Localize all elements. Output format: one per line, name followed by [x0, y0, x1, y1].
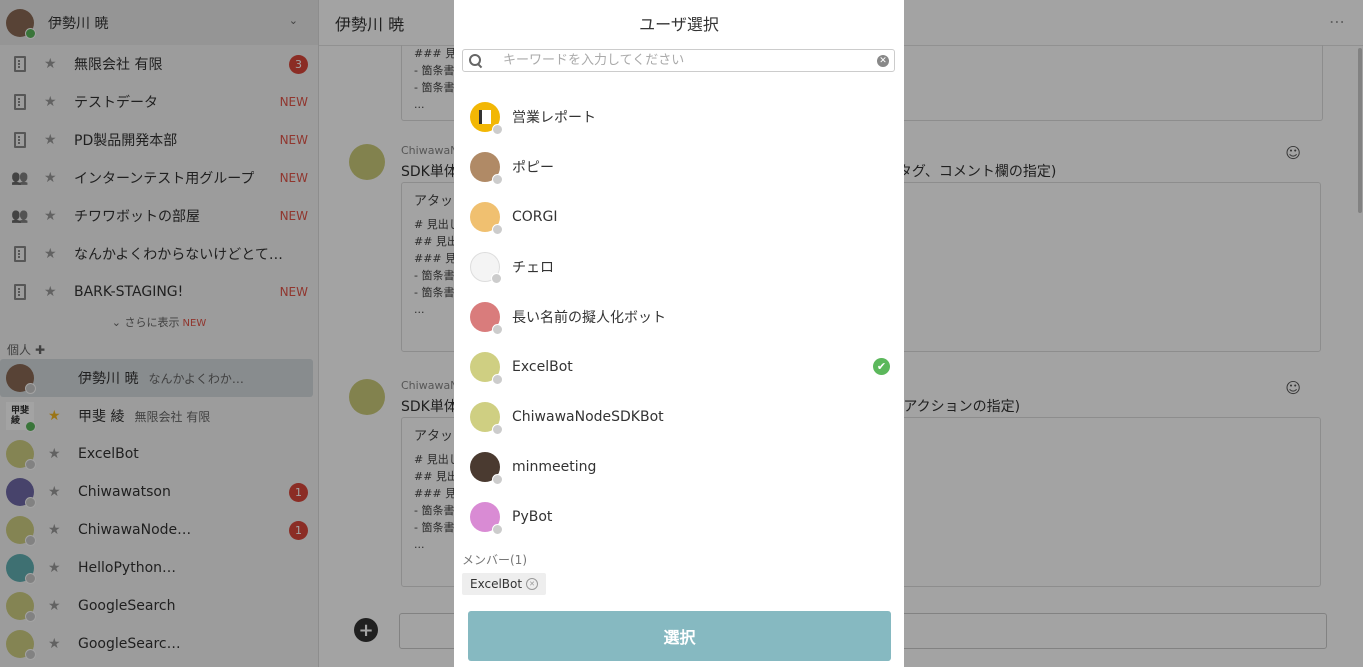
user-option[interactable]: 長い名前の擬人化ボット — [454, 292, 904, 342]
user-name: CORGI — [512, 209, 558, 225]
user-avatar — [470, 152, 503, 185]
user-avatar — [470, 302, 503, 335]
user-avatar — [470, 252, 502, 284]
user-avatar — [470, 452, 503, 485]
status-dot — [492, 424, 503, 435]
status-dot — [492, 124, 503, 135]
status-dot — [492, 524, 503, 535]
status-dot — [491, 273, 502, 284]
user-name: ChiwawaNodeSDKBot — [512, 409, 664, 425]
user-name: ExcelBot — [512, 359, 573, 375]
search-icon — [469, 53, 483, 68]
user-option[interactable]: 営業レポート — [454, 92, 904, 142]
user-avatar — [470, 352, 503, 385]
search-input[interactable] — [501, 52, 877, 69]
selected-check-icon: ✔ — [873, 358, 890, 375]
status-dot — [492, 474, 503, 485]
report-icon — [479, 110, 491, 124]
members-label: メンバー(1) — [462, 553, 527, 567]
search-box: ✕ — [462, 49, 895, 72]
user-name: PyBot — [512, 509, 553, 525]
member-chip: ExcelBot ✕ — [462, 573, 547, 595]
member-chip-label: ExcelBot — [470, 577, 523, 591]
remove-member-icon[interactable]: ✕ — [526, 578, 539, 590]
user-option[interactable]: ChiwawaNodeSDKBot — [454, 392, 904, 442]
user-name: minmeeting — [512, 459, 597, 475]
user-list: 営業レポート ポピー CORGI チェロ長い名前の擬人化ボット ExcelBot ✔ Chi… — [454, 92, 904, 542]
user-avatar — [470, 202, 503, 235]
user-option[interactable]: チェロ — [454, 242, 904, 292]
user-option[interactable]: minmeeting — [454, 442, 904, 492]
user-option[interactable]: ポピー — [454, 142, 904, 192]
user-avatar — [470, 502, 503, 535]
status-dot — [492, 224, 503, 235]
clear-search-icon[interactable]: ✕ — [877, 54, 889, 67]
status-dot — [492, 324, 503, 335]
user-name: ポピー — [512, 160, 554, 176]
user-option[interactable]: CORGI — [454, 192, 904, 242]
status-dot — [492, 374, 503, 385]
user-option[interactable]: PyBot — [454, 492, 904, 542]
user-avatar — [470, 402, 503, 435]
user-name: 長い名前の擬人化ボット — [512, 310, 666, 326]
user-name: 営業レポート — [512, 110, 596, 126]
status-dot — [492, 174, 503, 185]
dialog-title: ユーザ選択 — [639, 15, 719, 34]
user-name: チェロ — [512, 260, 554, 276]
user-select-dialog: ユーザ選択 ✕ 営業レポートポピー CORGI チェロ長い名前の擬人化ボット Exce… — [454, 0, 904, 667]
select-button[interactable]: 選択 — [468, 611, 891, 661]
user-avatar — [470, 102, 503, 135]
user-option[interactable]: ExcelBot ✔ — [454, 342, 904, 392]
